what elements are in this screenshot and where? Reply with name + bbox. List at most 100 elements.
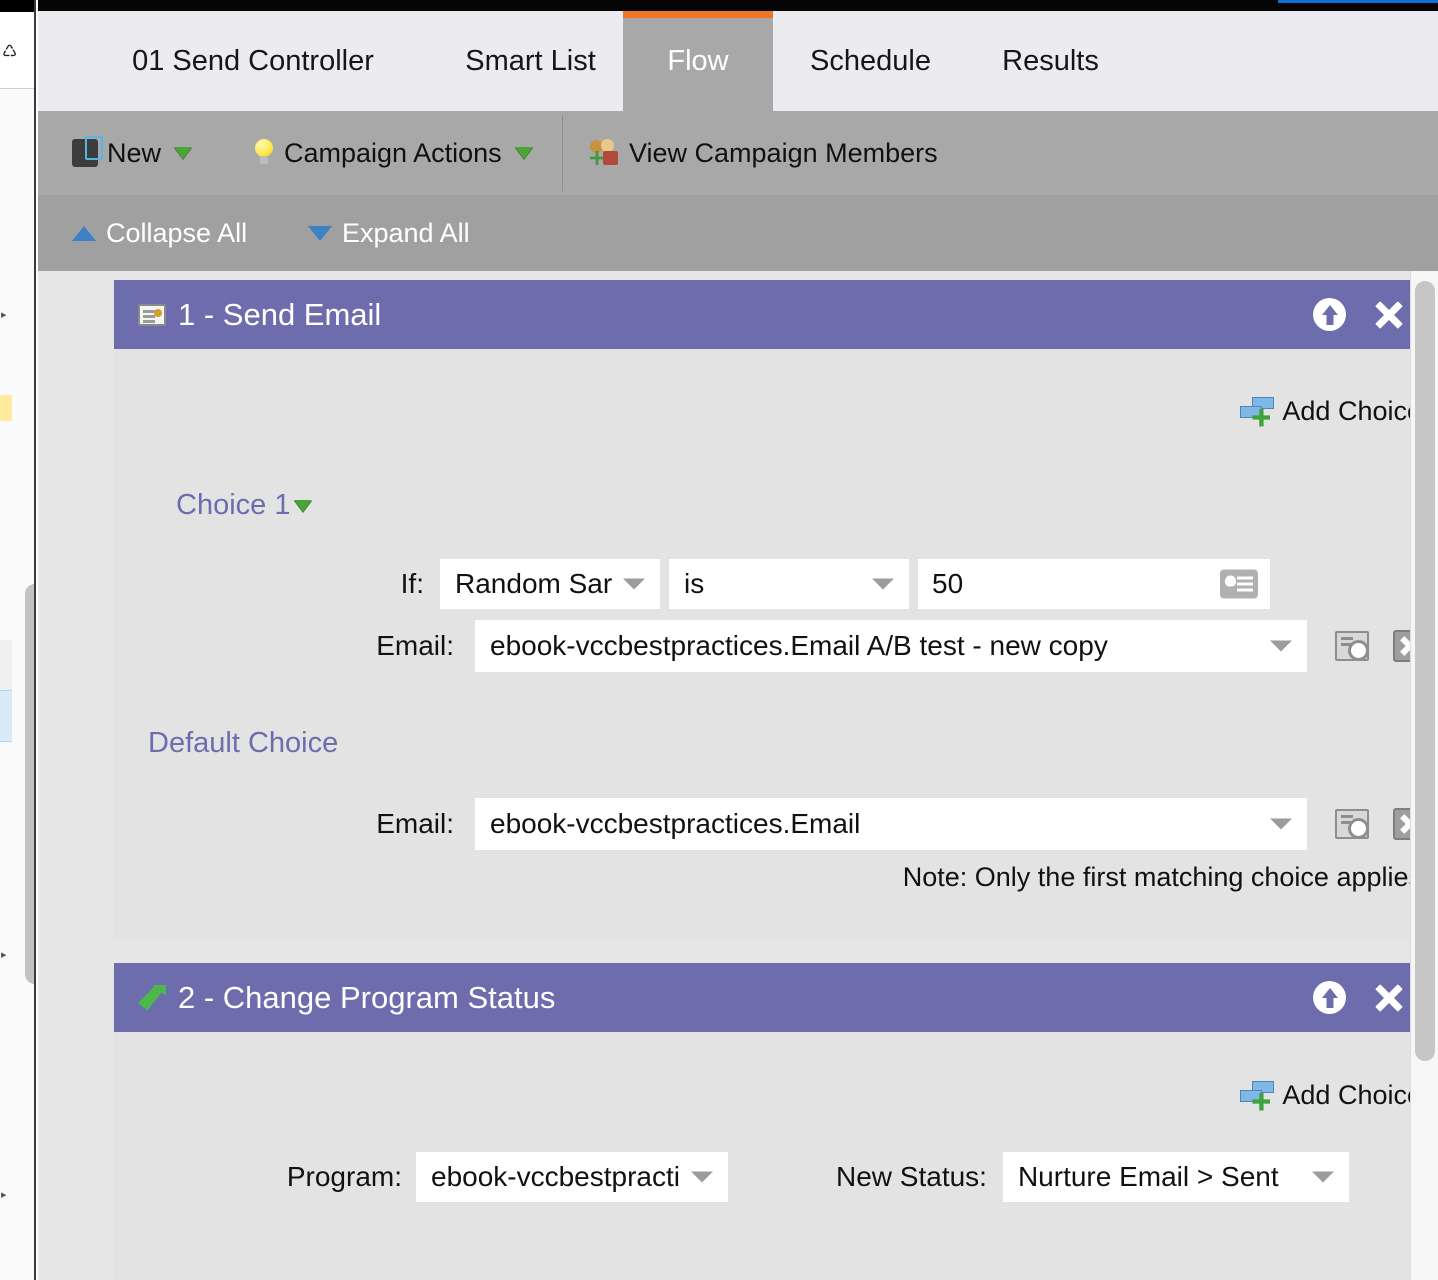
collapse-expand-bar: Collapse All Expand All [38,195,1438,271]
tab-schedule[interactable]: Schedule [773,11,968,111]
default-choice-label-text: Default Choice [148,727,338,760]
if-attribute-dropdown[interactable]: Random Sar [440,559,660,609]
new-status-value: Nurture Email > Sent [1018,1161,1279,1193]
move-up-icon[interactable] [1313,298,1346,331]
choice-label-text: Choice 1 [176,489,290,522]
tab-results[interactable]: Results [968,11,1133,111]
window-top-bar [38,0,1438,11]
step-title: 2 - Change Program Status [178,980,555,1016]
step-body: Add Choice Choice 1 If: Random Sar is [114,349,1438,940]
default-choice-label: Default Choice [148,727,338,760]
tab-send-controller[interactable]: 01 Send Controller [78,11,428,111]
toolbar-campaign-actions-button[interactable]: Campaign Actions [253,111,533,195]
matching-choice-note: Note: Only the first matching choice app… [903,862,1422,893]
tab-flow[interactable]: Flow [623,11,773,111]
left-panel-tick: ▸ [1,309,11,321]
chevron-down-icon[interactable] [294,500,312,512]
chevron-down-icon [872,579,894,590]
toolbar-new-button[interactable]: New [72,111,192,195]
email-label: Email: [326,630,454,662]
main-content: 01 Send Controller Smart List Flow Sched… [38,0,1438,1280]
choice-email-row: Email: ebook-vccbestpractices.Email A/B … [326,620,1438,672]
left-panel-scrollbar[interactable] [12,89,34,1280]
step-gap [114,940,1438,963]
step-header[interactable]: 1 - Send Email [114,280,1438,349]
choice-1-label[interactable]: Choice 1 [176,489,312,522]
expand-all-button[interactable]: Expand All [308,195,470,271]
action-toolbar: New Campaign Actions View Campaign Membe… [38,111,1438,195]
left-panel-tick: ▸ [1,949,11,961]
default-email-label: Email: [326,808,454,840]
add-choice-icon [1240,1081,1276,1111]
flow-step-change-program-status: 2 - Change Program Status Add Choice Pro… [114,963,1438,1280]
tab-label: Flow [667,45,728,78]
change-status-icon [138,985,166,1011]
toolbar-campaign-actions-label: Campaign Actions [284,138,502,169]
close-icon[interactable] [1374,983,1404,1013]
preview-email-icon[interactable] [1335,809,1369,839]
if-attribute-value: Random Sar [455,568,612,600]
default-email-value: ebook-vccbestpractices.Email [490,808,860,840]
add-choice-button[interactable]: Add Choice [1240,396,1422,427]
program-value: ebook-vccbestpractice [431,1161,681,1193]
new-status-label: New Status: [836,1161,987,1193]
contact-card-icon[interactable] [1220,570,1258,599]
preview-email-icon[interactable] [1335,631,1369,661]
move-up-icon[interactable] [1313,981,1346,1014]
triangle-up-icon [72,226,96,241]
if-condition-row: If: Random Sar is 50 [378,559,1438,609]
chevron-down-icon[interactable] [174,147,192,159]
program-label: Program: [242,1161,402,1193]
tab-bar: 01 Send Controller Smart List Flow Sched… [38,11,1438,111]
collapse-all-label: Collapse All [106,218,247,249]
chevron-down-icon [1312,1172,1334,1183]
flow-steps-area: 1 - Send Email Add Choice Choice 1 [38,271,1438,1280]
left-panel-top-bar [0,0,36,12]
if-value-input[interactable]: 50 [918,559,1270,609]
left-panel-scrollbar-thumb[interactable] [25,584,36,984]
step-title: 1 - Send Email [178,297,381,333]
send-email-icon [138,304,166,326]
add-choice-label: Add Choice [1282,1080,1422,1111]
toolbar-new-label: New [107,138,161,169]
chevron-down-icon [1270,641,1292,652]
tab-label: Results [1002,45,1099,78]
program-status-row: Program: ebook-vccbestpractice New Statu… [242,1152,1422,1202]
left-panel-highlight [0,395,12,421]
new-status-dropdown[interactable]: Nurture Email > Sent [1003,1152,1349,1202]
top-accent-sliver [1278,0,1438,3]
members-icon [590,139,620,167]
add-choice-button[interactable]: Add Choice [1240,1080,1422,1111]
choice-email-value: ebook-vccbestpractices.Email A/B test - … [490,630,1108,662]
flow-step-send-email: 1 - Send Email Add Choice Choice 1 [114,280,1438,940]
tab-label: Schedule [810,45,931,78]
choice-email-dropdown[interactable]: ebook-vccbestpractices.Email A/B test - … [475,620,1307,672]
chevron-down-icon [1270,819,1292,830]
add-choice-icon [1240,397,1276,427]
program-dropdown[interactable]: ebook-vccbestpractice [416,1152,728,1202]
collapse-all-button[interactable]: Collapse All [72,195,247,271]
toolbar-view-members-label: View Campaign Members [629,138,938,169]
if-value-text: 50 [932,568,963,600]
toolbar-view-campaign-members-button[interactable]: View Campaign Members [590,111,938,195]
add-choice-label: Add Choice [1282,396,1422,427]
app-logo-icon: ♺ [2,44,24,60]
chevron-down-icon[interactable] [515,147,533,159]
if-operator-value: is [684,568,704,600]
toolbar-divider [562,115,563,191]
default-email-dropdown[interactable]: ebook-vccbestpractices.Email [475,798,1307,850]
left-panel-tick: ▸ [1,1189,11,1201]
chevron-down-icon [691,1172,713,1183]
triangle-down-icon [308,226,332,241]
flow-scrollbar-thumb[interactable] [1415,281,1435,1061]
if-operator-dropdown[interactable]: is [669,559,909,609]
tab-label: Smart List [465,45,596,78]
expand-all-label: Expand All [342,218,470,249]
step-header[interactable]: 2 - Change Program Status [114,963,1438,1032]
tab-smart-list[interactable]: Smart List [438,11,623,111]
flow-scrollbar[interactable] [1410,271,1438,1280]
step-body: Add Choice Program: ebook-vccbestpractic… [114,1032,1438,1280]
new-document-icon [72,139,98,167]
close-icon[interactable] [1374,300,1404,330]
default-email-row: Email: ebook-vccbestpractices.Email [326,798,1438,850]
